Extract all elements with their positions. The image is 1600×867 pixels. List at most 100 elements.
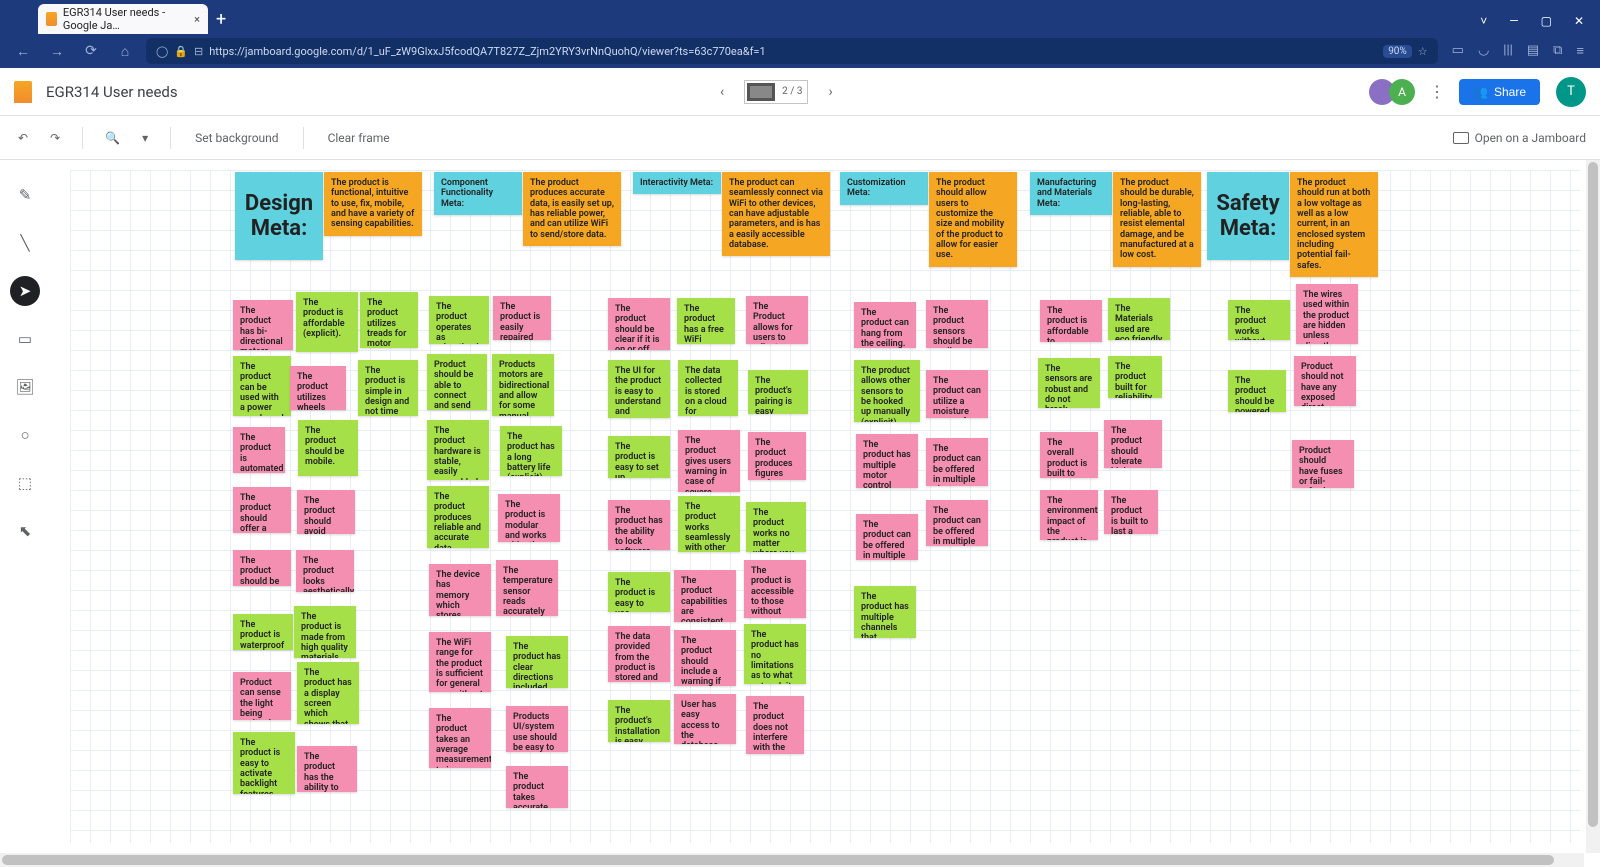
sticky-note[interactable]: The product is easy to set up (explicit)… <box>608 436 670 478</box>
sticky-note[interactable]: The product is functional, intuitive to … <box>324 172 422 236</box>
sticky-note[interactable]: Safety Meta: <box>1207 172 1289 260</box>
sticky-note[interactable]: The product should be clear if it is on … <box>608 298 670 350</box>
canvas[interactable]: Design Meta:The product is functional, i… <box>50 160 1600 853</box>
sticky-note[interactable]: The product's installation is easy (late… <box>608 700 670 742</box>
redo-icon[interactable]: ↷ <box>46 127 64 149</box>
sticky-note[interactable]: Product can sense the light being emitte… <box>233 672 291 720</box>
textbox-tool-icon[interactable]: ⬚ <box>10 468 40 498</box>
sticky-note[interactable]: The product utilizes treads for motor co… <box>360 292 418 348</box>
browser-tab[interactable]: EGR314 User needs - Google Ja… × <box>38 4 208 34</box>
home-icon[interactable]: ⌂ <box>112 43 138 60</box>
sticky-note[interactable]: The product is waterproof (explicit). <box>233 614 293 650</box>
sticky-note[interactable]: The product is accessible to those witho… <box>744 560 806 618</box>
sticky-note[interactable]: The product has the ability to lock soft… <box>608 500 670 550</box>
sticky-note[interactable]: Product should not have any exposed dire… <box>1294 356 1356 406</box>
sticky-note[interactable]: The product takes an average measurement… <box>429 708 491 768</box>
sticky-note[interactable]: The product allows other sensors to be h… <box>854 360 920 422</box>
bookmark-star-icon[interactable]: ☆ <box>1418 45 1428 58</box>
sticky-note[interactable]: The product is affordable to construct <box>1040 300 1102 342</box>
sticky-note[interactable]: The sensors are robust and do not break … <box>1038 358 1100 408</box>
window-minimize-icon[interactable]: — <box>1509 14 1518 28</box>
sticky-note[interactable]: The product is automated without a need … <box>233 427 285 473</box>
sticky-note[interactable]: The data collected is stored on a cloud … <box>678 360 738 416</box>
url-bar[interactable]: ◯ 🔒 ⊟ https://jamboard.google.com/d/1_uF… <box>146 38 1438 64</box>
reload-icon[interactable]: ⟳ <box>78 43 104 59</box>
sticky-note[interactable]: The product hardware is stable, easily a… <box>427 420 489 480</box>
shield-icon[interactable]: ◯ <box>156 45 168 58</box>
sticky-note[interactable]: The wires used within the product are hi… <box>1296 284 1358 344</box>
sticky-note[interactable]: The product can be offered in multiple c… <box>856 514 918 560</box>
sticky-note[interactable]: The product's pairing is easy (latent). <box>748 370 808 414</box>
sticky-note[interactable]: The product is modular and works with ot… <box>498 494 560 542</box>
sticky-note[interactable]: The product should be lightweight. <box>233 550 291 586</box>
zoom-dropdown-icon[interactable]: ▾ <box>138 127 152 149</box>
extension-icon[interactable]: ▭ <box>1452 43 1464 59</box>
jamboard-logo-icon[interactable] <box>14 81 32 103</box>
sticky-note[interactable]: The temperature sensor reads accurately … <box>496 560 558 616</box>
tab-close-icon[interactable]: × <box>194 13 200 26</box>
sticky-note[interactable]: The product is affordable (explicit). <box>296 292 358 352</box>
sticky-note[interactable]: User has easy access to the database whe… <box>674 694 736 744</box>
sticky-note[interactable]: Design Meta: <box>235 172 323 260</box>
sticky-note[interactable]: The Materials used are eco friendly <box>1108 298 1170 340</box>
vertical-scrollbar[interactable] <box>1586 160 1600 853</box>
sticky-note[interactable]: The product has bi-directional motors in… <box>233 300 293 350</box>
frame-selector[interactable]: 2 / 3 <box>744 80 808 104</box>
nav-forward-icon[interactable]: → <box>44 43 70 60</box>
sticky-note[interactable]: The product can be offered in multiple s… <box>926 438 988 486</box>
sticky-note[interactable]: The product is easily repaired without t… <box>493 296 551 340</box>
sticky-note[interactable]: The product should allow users to custom… <box>929 172 1017 267</box>
sticky-note[interactable]: The product is easy to use. (explicit) <box>608 572 670 612</box>
sticky-note[interactable]: The product produces figures and graphs … <box>748 432 806 480</box>
undo-icon[interactable]: ↶ <box>14 127 32 149</box>
sticky-note[interactable]: The product can utilize a moisture senso… <box>926 370 988 418</box>
shape-tool-icon[interactable]: ○ <box>10 420 40 450</box>
sticky-note-tool-icon[interactable]: ▭ <box>10 324 40 354</box>
sticky-note[interactable]: Interactivity Meta: <box>633 172 721 194</box>
sticky-note[interactable]: The product can be used with a power sup… <box>233 356 291 416</box>
profile-avatar[interactable]: T <box>1556 77 1586 107</box>
sticky-note[interactable]: The product looks aesthetically appealin… <box>296 550 354 592</box>
eraser-tool-icon[interactable]: ╲ <box>10 228 40 258</box>
sticky-note[interactable]: The product is simple in design and not … <box>358 360 418 416</box>
avatar[interactable]: A <box>1389 79 1415 105</box>
sticky-note[interactable]: Product should be able to connect and se… <box>427 354 487 410</box>
sticky-note[interactable]: The product should be durable, long-last… <box>1113 172 1201 267</box>
sticky-note[interactable]: The product has multiple channels that d… <box>854 586 916 638</box>
more-options-icon[interactable]: ⋮ <box>1425 82 1449 101</box>
sticky-note[interactable]: The product has no limitations as to wha… <box>744 624 806 684</box>
sticky-note[interactable]: The product should avoid unnecessary bul… <box>297 490 355 534</box>
nav-back-icon[interactable]: ← <box>10 43 36 60</box>
sticky-note[interactable]: Component Functionality Meta: <box>434 172 522 215</box>
tab-dropdown-icon[interactable]: ˅ <box>1480 14 1487 28</box>
sticky-note[interactable]: Manufacturing and Materials Meta: <box>1030 172 1112 215</box>
pocket-icon[interactable]: ◡ <box>1478 43 1489 59</box>
open-on-jamboard-link[interactable]: Open on a Jamboard <box>1453 131 1586 145</box>
next-frame-button[interactable]: › <box>820 80 840 104</box>
window-maximize-icon[interactable]: ▢ <box>1541 14 1552 28</box>
sidebar-icon[interactable]: ▤ <box>1527 43 1539 59</box>
app-menu-icon[interactable]: ≡ <box>1576 43 1584 59</box>
clear-frame-button[interactable]: Clear frame <box>322 127 396 149</box>
zoom-icon[interactable]: 🔍 <box>101 127 124 149</box>
select-tool-icon[interactable]: ➤ <box>10 276 40 306</box>
sticky-note[interactable]: The product should include a warning if … <box>674 630 736 686</box>
sticky-note[interactable]: The WiFi range for the product is suffic… <box>429 632 491 692</box>
sticky-note[interactable]: The product has a free WiFi service that… <box>677 298 735 344</box>
sticky-note[interactable]: Product should have fuses or fail-safes … <box>1292 440 1354 488</box>
zoom-badge[interactable]: 90% <box>1383 45 1412 58</box>
sticky-note[interactable]: The product should tolerate high tempera… <box>1104 420 1162 468</box>
laser-tool-icon[interactable]: ⬉ <box>10 516 40 546</box>
sticky-note[interactable]: The product should offer a variety of se… <box>233 487 291 533</box>
library-icon[interactable]: ||| <box>1503 43 1513 59</box>
sticky-note[interactable]: The product has the ability to monitor a… <box>297 746 357 792</box>
sticky-note[interactable]: The product utilizes wheels for motor ac… <box>290 366 346 410</box>
sticky-note[interactable]: The product has multiple motor control p… <box>856 434 918 488</box>
image-tool-icon[interactable]: 🖼 <box>10 372 40 402</box>
set-background-button[interactable]: Set background <box>189 127 284 149</box>
new-tab-button[interactable]: + <box>216 9 226 30</box>
sticky-note[interactable]: The product has clear directions include… <box>506 636 568 688</box>
sticky-note[interactable]: Customization Meta: <box>840 172 928 205</box>
sticky-note[interactable]: The product should be mobile. <box>298 420 358 476</box>
lock-icon[interactable]: 🔒 <box>174 45 188 58</box>
